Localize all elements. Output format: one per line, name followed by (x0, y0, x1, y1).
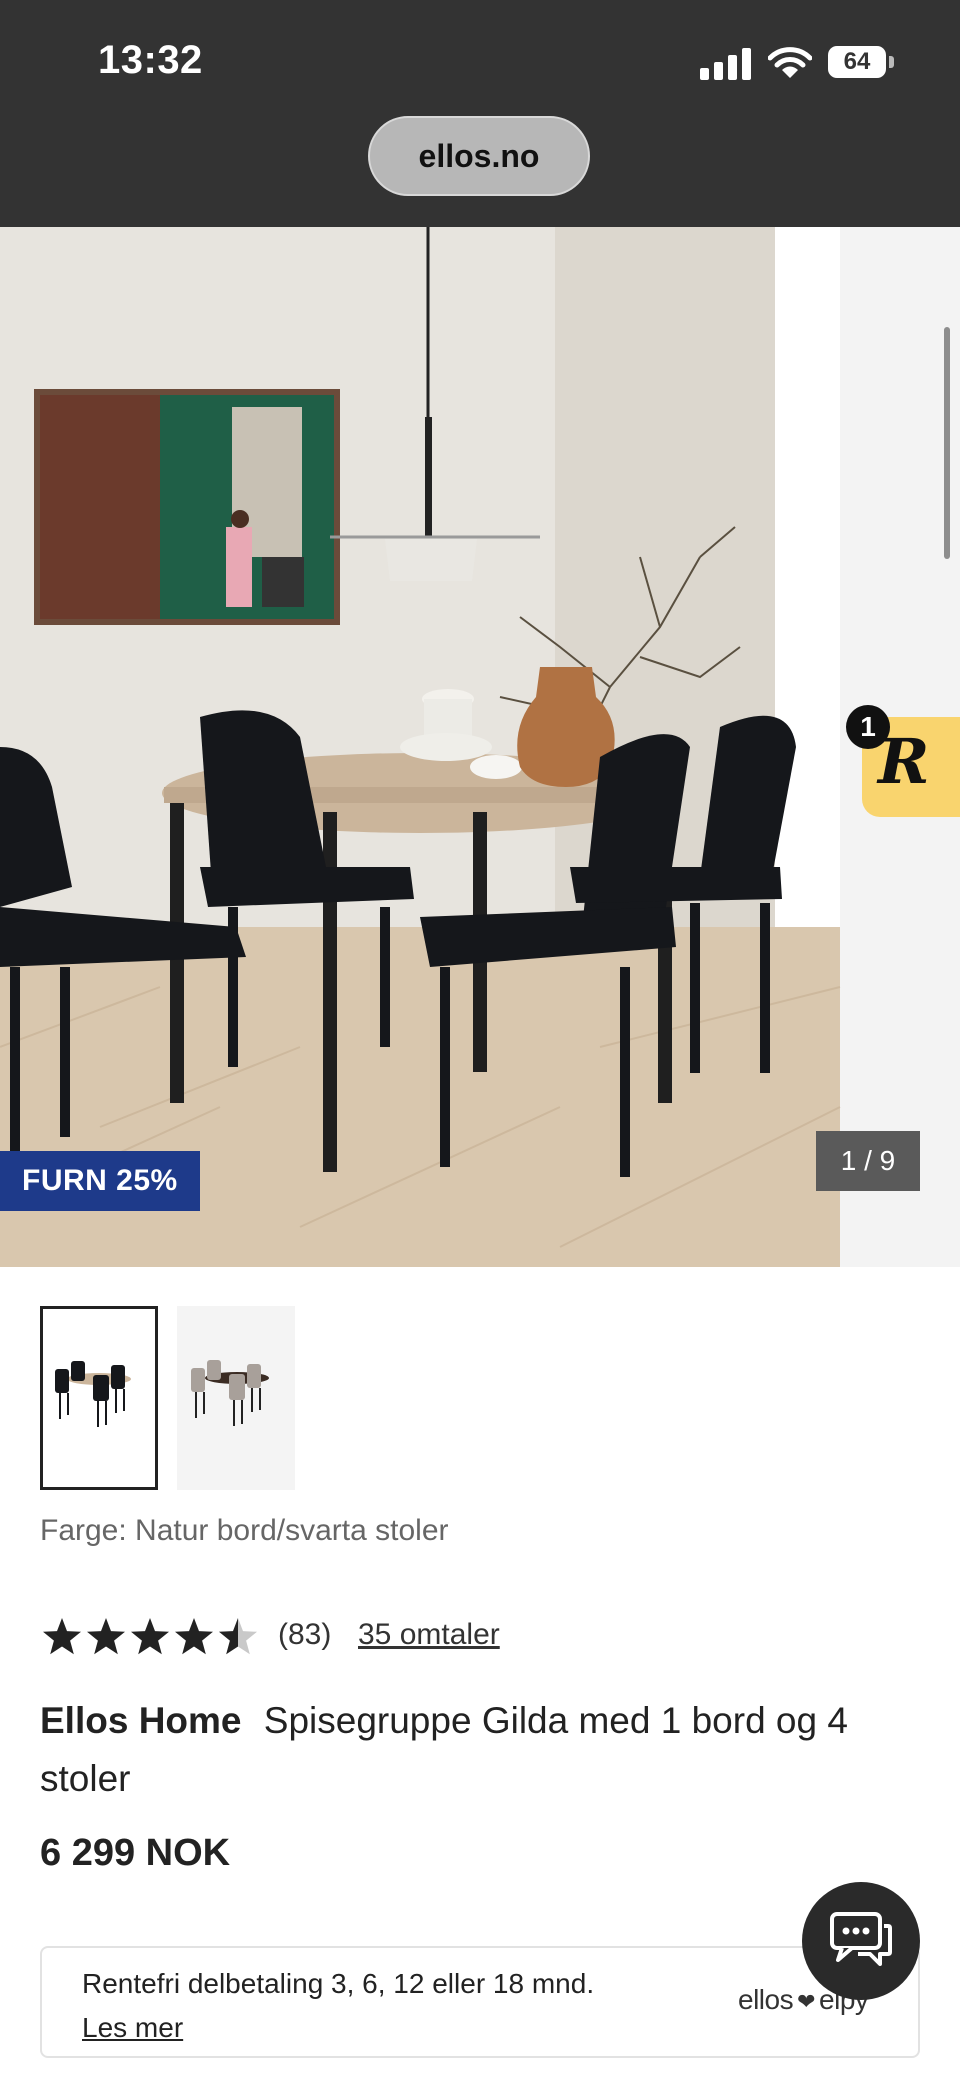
star-icon (175, 1618, 213, 1655)
wifi-icon (768, 47, 812, 78)
star-icon (219, 1618, 257, 1655)
chat-button[interactable] (802, 1882, 920, 2000)
battery-tip (889, 56, 894, 68)
payment-text: Rentefri delbetaling 3, 6, 12 eller 18 m… (82, 1968, 595, 1999)
url-bar[interactable]: ellos.no (368, 116, 590, 196)
promo-badge: FURN 25% (0, 1151, 200, 1211)
brand-name[interactable]: Ellos Home (40, 1700, 242, 1741)
payment-brand-left: ellos (738, 1984, 794, 2015)
reviews-link[interactable]: 35 omtaler (358, 1618, 500, 1652)
rating-count: (83) (278, 1618, 332, 1651)
thumbnail-image (55, 1361, 131, 1427)
chat-bubble-icon (830, 1912, 892, 1966)
read-more-link[interactable]: Les mer (82, 2012, 183, 2044)
thumbnail-1[interactable] (40, 1306, 158, 1490)
cellular-signal-icon (700, 48, 752, 80)
star-icon (87, 1618, 125, 1655)
star-icon (131, 1618, 169, 1655)
heart-icon: ❤ (797, 1989, 816, 2014)
price: 6 299 NOK (40, 1832, 231, 1874)
notification-badge: 1 (846, 705, 890, 749)
color-label: Farge: Natur bord/svarta stoler (40, 1514, 449, 1547)
thumbnail-2[interactable] (177, 1306, 295, 1490)
page-scroll-indicator (944, 327, 950, 559)
battery-icon: 64 (828, 46, 886, 78)
product-photo (0, 227, 960, 1267)
star-icon (43, 1618, 81, 1655)
star-rating (43, 1618, 257, 1655)
product-title: Ellos Home Spisegruppe Gilda med 1 bord … (40, 1692, 930, 1808)
status-bar: 13:32 64 ellos.no (0, 0, 960, 227)
thumbnail-image (191, 1360, 269, 1426)
product-image-gallery[interactable]: FURN 25% 1 / 9 R 1 (0, 227, 960, 1267)
status-time: 13:32 (98, 38, 203, 82)
image-counter: 1 / 9 (816, 1131, 920, 1191)
payment-info-box: Rentefri delbetaling 3, 6, 12 eller 18 m… (40, 1946, 920, 2058)
